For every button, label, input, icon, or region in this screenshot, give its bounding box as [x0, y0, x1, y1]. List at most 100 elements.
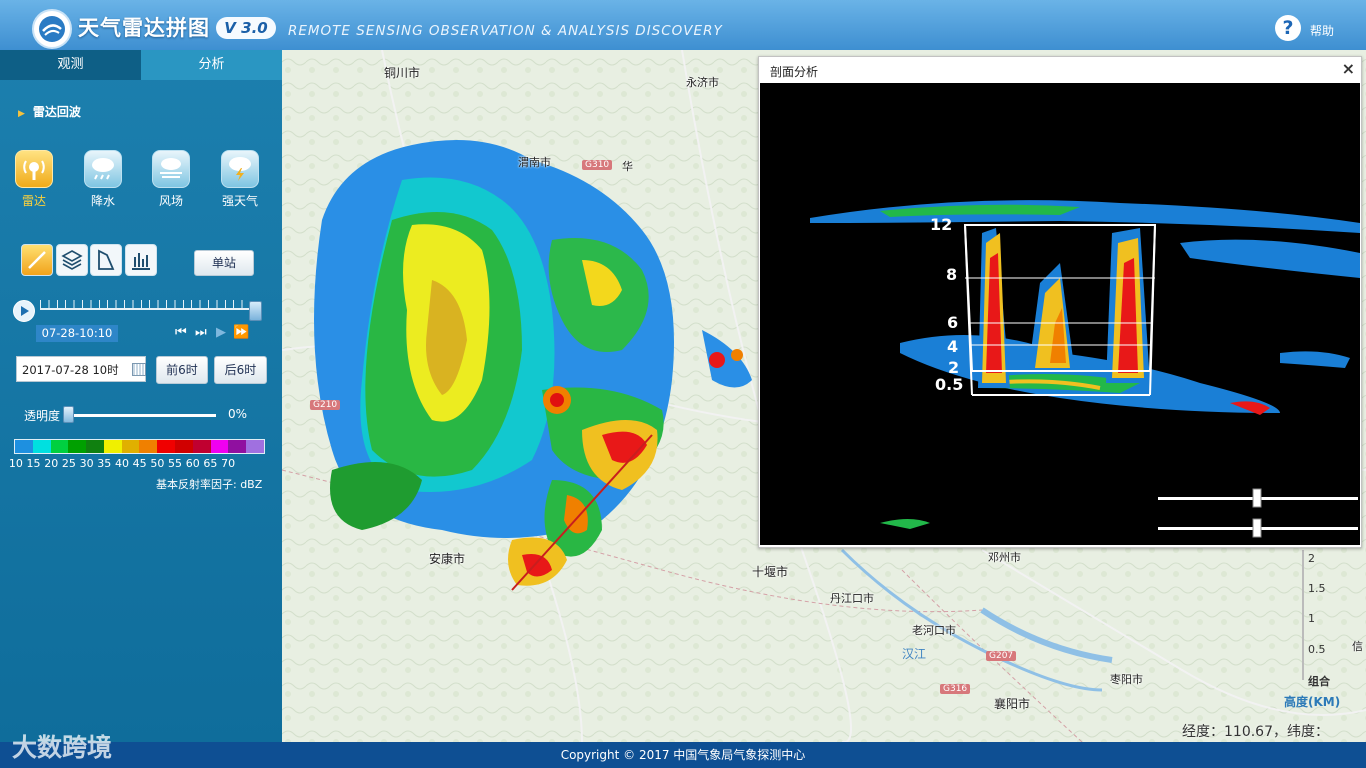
- city-label: 十堰市: [752, 565, 789, 579]
- help-link[interactable]: 帮助: [1310, 22, 1334, 39]
- watermark: 大数跨境: [12, 733, 113, 762]
- severe-weather-icon: [221, 150, 259, 188]
- vertical-slider-1[interactable]: [1158, 488, 1358, 508]
- line-profile-tool[interactable]: [21, 244, 53, 276]
- height-selector[interactable]: 2 1.5 1 0.5 组合: [1294, 550, 1344, 710]
- fast-forward-icon[interactable]: ⏩: [233, 325, 249, 340]
- road-badge: G310: [582, 160, 613, 170]
- category-label: 风场: [158, 194, 183, 208]
- city-label: 丹江口市: [830, 592, 874, 605]
- height-tick[interactable]: 2: [1308, 552, 1315, 565]
- colorbar-swatch: [15, 440, 33, 453]
- tab-observe[interactable]: 观测: [0, 50, 141, 80]
- bar-chart-icon: [132, 253, 150, 270]
- category-severe-weather[interactable]: 强天气: [220, 150, 260, 209]
- colorbar-labels: 10 15 20 25 30 35 40 45 50 55 60 65 70: [7, 457, 267, 470]
- colorbar-swatch: [32, 440, 51, 453]
- colorbar-label: 60: [185, 457, 200, 470]
- sidebar: 观测 分析 ▶ 雷达回波 雷达 降水 风场 强天气 单站 07-28-10:10…: [0, 50, 282, 742]
- logo-icon: [39, 16, 65, 42]
- area-icon: [98, 249, 115, 270]
- colorbar-label: 15: [26, 457, 41, 470]
- category-wind-field[interactable]: 风场: [151, 150, 191, 209]
- opacity-label: 透明度: [24, 409, 61, 423]
- tab-analysis[interactable]: 分析: [141, 50, 282, 80]
- city-label: 枣阳市: [1110, 673, 1143, 686]
- single-station-button[interactable]: 单站: [194, 250, 254, 276]
- footer: Copyright © 2017 中国气象局气象探测中心: [0, 742, 1366, 768]
- app-subtitle: REMOTE SENSING OBSERVATION & ANALYSIS DI…: [288, 23, 723, 39]
- city-label: 渭南市: [518, 156, 551, 169]
- city-label: 信: [1352, 640, 1363, 653]
- road-badge: G210: [310, 400, 341, 410]
- date-input[interactable]: 2017-07-28 10时: [16, 356, 146, 382]
- colorbar-label: 35: [97, 457, 112, 470]
- current-time-label: 07-28-10:10: [36, 325, 118, 342]
- coordinate-readout: 经度：110.67，纬度：31.89: [1182, 724, 1329, 742]
- copyright: Copyright © 2017 中国气象局气象探测中心: [560, 748, 806, 762]
- category-precipitation[interactable]: 降水: [83, 150, 123, 209]
- area-tool[interactable]: [90, 244, 122, 276]
- calendar-icon[interactable]: [132, 363, 146, 376]
- colorbar-swatch: [228, 440, 247, 453]
- profile-analysis-window[interactable]: 剖面分析 × 12 8 6 4 2 0.5: [758, 56, 1362, 548]
- category-radar[interactable]: 雷达: [14, 150, 54, 209]
- category-label: 强天气: [221, 194, 258, 208]
- layers-tool[interactable]: [56, 244, 88, 276]
- height-label: 12: [930, 215, 953, 234]
- height-tick[interactable]: 1.5: [1308, 582, 1326, 595]
- category-label: 雷达: [21, 194, 46, 208]
- colorbar-swatch: [86, 440, 104, 453]
- height-tick[interactable]: 1: [1308, 612, 1315, 625]
- layers-icon: [61, 250, 83, 270]
- logo: [32, 9, 72, 49]
- height-label: 4: [947, 337, 959, 356]
- height-label: 6: [947, 313, 959, 332]
- colorbar-label: 55: [168, 457, 183, 470]
- colorbar-swatch: [192, 440, 211, 453]
- city-label: 华: [622, 160, 633, 173]
- next-frame-icon[interactable]: ⏭: [195, 325, 207, 340]
- play-icon[interactable]: [13, 300, 35, 322]
- opacity-slider[interactable]: [66, 414, 216, 417]
- close-icon[interactable]: ×: [1342, 59, 1355, 78]
- radar-icon: [15, 150, 53, 188]
- height-axis-title: 高度(KM): [1284, 695, 1341, 709]
- height-tick[interactable]: 组合: [1308, 673, 1330, 689]
- vertical-slider-2[interactable]: [1158, 518, 1358, 538]
- opacity-handle[interactable]: [63, 406, 74, 423]
- next-6h-button[interactable]: 后6时: [214, 356, 267, 384]
- colorbar-label: 30: [79, 457, 94, 470]
- colorbar-label: 45: [132, 457, 147, 470]
- colorbar-label: 50: [150, 457, 165, 470]
- wind-field-icon: [152, 150, 190, 188]
- section-radar-echo[interactable]: ▶ 雷达回波: [18, 103, 81, 120]
- colorbar-label: 70: [221, 457, 236, 470]
- river-label: 汉江: [902, 647, 927, 661]
- play-small-icon[interactable]: ▶: [216, 325, 226, 340]
- colorbar-label: 25: [61, 457, 76, 470]
- height-tick[interactable]: 0.5: [1308, 643, 1326, 656]
- help-icon[interactable]: ?: [1275, 15, 1301, 41]
- first-frame-icon[interactable]: ⏮: [175, 325, 187, 340]
- prev-6h-button[interactable]: 前6时: [156, 356, 208, 384]
- bar-chart-tool[interactable]: [125, 244, 157, 276]
- timeline-handle[interactable]: [249, 301, 262, 321]
- timeline-slider[interactable]: [40, 308, 250, 310]
- colorbar-unit: 基本反射率因子: dBZ: [156, 478, 263, 491]
- colorbar-swatch: [246, 440, 264, 453]
- app-header: 天气雷达拼图 V 3.0 REMOTE SENSING OBSERVATION …: [0, 0, 1366, 50]
- city-label: 邓州市: [988, 551, 1021, 564]
- profile-render: [810, 200, 1360, 538]
- precipitation-icon: [84, 150, 122, 188]
- city-label: 襄阳市: [994, 697, 1031, 711]
- colorbar-label: 40: [114, 457, 129, 470]
- colorbar: [14, 439, 265, 454]
- city-label: 永济市: [686, 76, 719, 89]
- colorbar-swatch: [157, 440, 176, 453]
- colorbar-label: 10: [8, 457, 23, 470]
- city-label: 铜川市: [384, 66, 421, 80]
- window-title: 剖面分析: [770, 65, 819, 79]
- colorbar-swatch: [175, 440, 193, 453]
- profile-3d-view[interactable]: 12 8 6 4 2 0.5: [760, 83, 1360, 545]
